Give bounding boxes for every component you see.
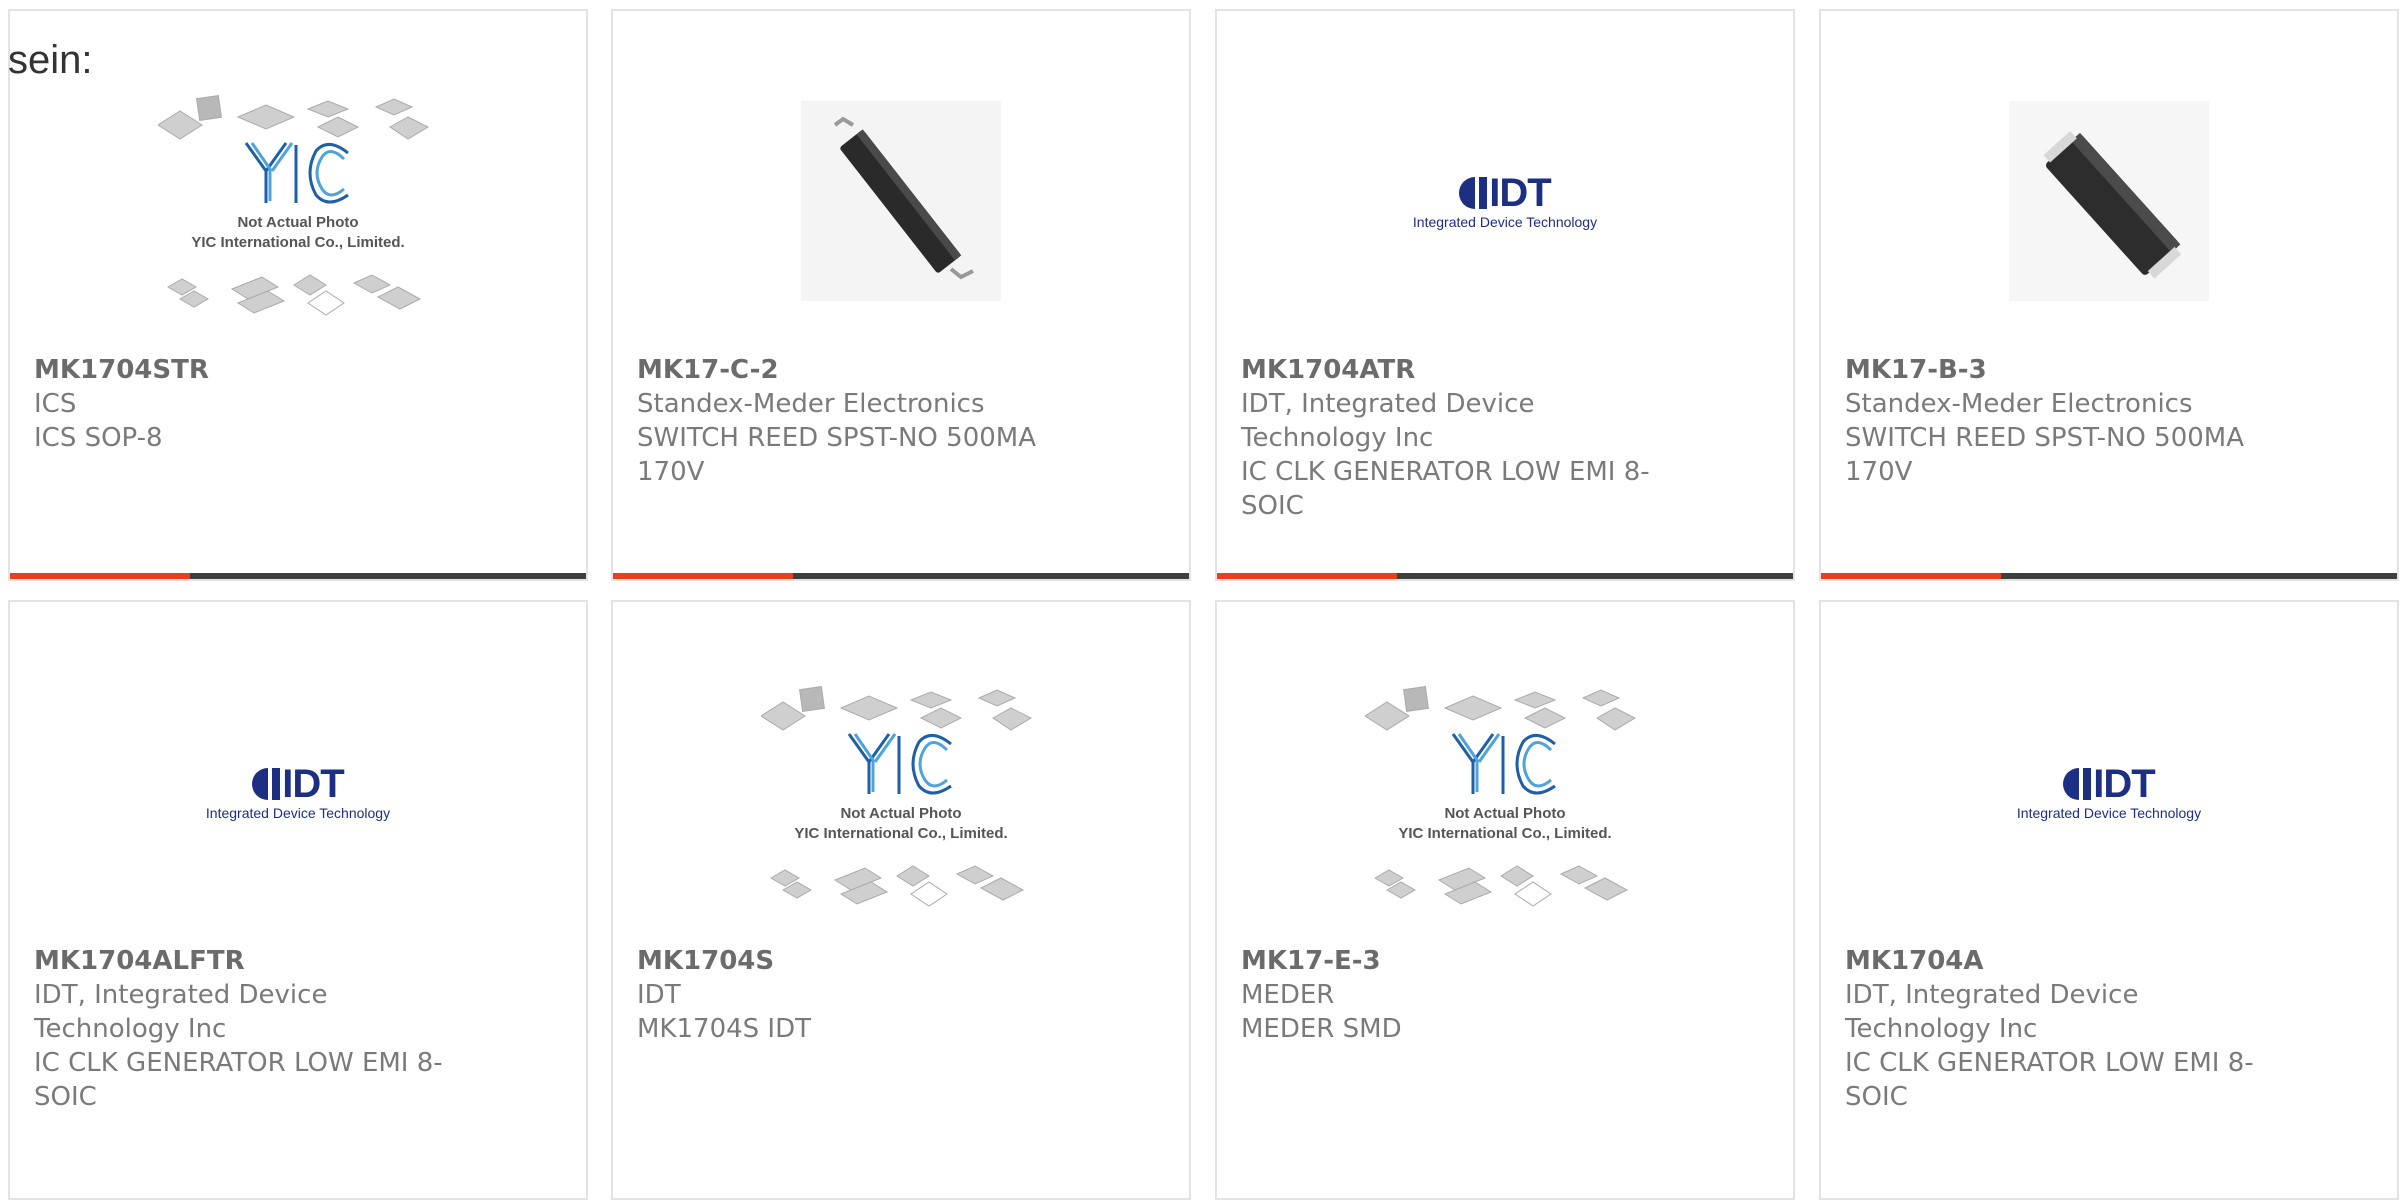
product-card[interactable]: IDT Integrated Device Technology MK1704A… <box>8 600 588 1200</box>
placeholder-line2: YIC International Co., Limited. <box>1398 825 1611 842</box>
idt-logo-tagline: Integrated Device Technology <box>205 804 391 821</box>
idt-mark-icon <box>252 767 281 800</box>
description: MEDER SMD <box>1241 1014 1402 1044</box>
card-bottom-bar <box>10 573 586 579</box>
description: SWITCH REED SPST-NO 500MA 170V <box>637 423 1037 487</box>
product-image[interactable]: IDT Integrated Device Technology <box>1821 642 2397 942</box>
product-card[interactable]: MK17-B-3 Standex-Meder Electronics SWITC… <box>1819 9 2399 581</box>
part-number[interactable]: MK1704ALFTR <box>34 944 454 978</box>
description: IC CLK GENERATOR LOW EMI 8-SOIC <box>34 1048 443 1112</box>
product-image[interactable]: IDT Integrated Device Technology <box>1217 51 1793 351</box>
part-number[interactable]: MK17-E-3 <box>1241 944 1661 978</box>
description: IC CLK GENERATOR LOW EMI 8-SOIC <box>1241 457 1650 521</box>
idt-mark-icon <box>1459 176 1488 209</box>
idt-logo-tagline: Integrated Device Technology <box>1412 213 1598 230</box>
product-card[interactable]: Not Actual Photo YIC International Co., … <box>1215 600 1795 1200</box>
manufacturer: MEDER <box>1241 980 1335 1010</box>
description: IC CLK GENERATOR LOW EMI 8-SOIC <box>1845 1048 2254 1112</box>
placeholder-line1: Not Actual Photo <box>237 214 358 231</box>
product-card[interactable]: IDT Integrated Device Technology MK1704A… <box>1819 600 2399 1200</box>
product-card[interactable]: Not Actual Photo YIC International Co., … <box>8 9 588 581</box>
product-card[interactable]: MK17-C-2 Standex-Meder Electronics SWITC… <box>611 9 1191 581</box>
product-image[interactable]: Not Actual Photo YIC International Co., … <box>613 642 1189 942</box>
manufacturer: Standex-Meder Electronics <box>637 389 985 419</box>
manufacturer: IDT, Integrated Device Technology Inc <box>1241 389 1535 453</box>
part-number[interactable]: MK1704S <box>637 944 1057 978</box>
manufacturer: IDT, Integrated Device Technology Inc <box>1845 980 2139 1044</box>
placeholder-line2: YIC International Co., Limited. <box>794 825 1007 842</box>
product-image[interactable]: IDT Integrated Device Technology <box>10 642 586 942</box>
part-number[interactable]: MK1704A <box>1845 944 2265 978</box>
idt-logo: IDT Integrated Device Technology <box>1413 173 1597 230</box>
idt-logo-text: IDT <box>282 761 344 806</box>
card-bottom-bar <box>1217 573 1793 579</box>
idt-logo-text: IDT <box>1489 170 1551 215</box>
part-number[interactable]: MK17-C-2 <box>637 353 1057 387</box>
product-card[interactable]: Not Actual Photo YIC International Co., … <box>611 600 1191 1200</box>
placeholder-line1: Not Actual Photo <box>1444 805 1565 822</box>
placeholder-line2: YIC International Co., Limited. <box>191 234 404 251</box>
manufacturer: Standex-Meder Electronics <box>1845 389 2193 419</box>
card-bottom-bar <box>613 573 1189 579</box>
description: ICS SOP-8 <box>34 423 163 453</box>
product-image[interactable]: Not Actual Photo YIC International Co., … <box>10 51 586 351</box>
product-card[interactable]: IDT Integrated Device Technology MK1704A… <box>1215 9 1795 581</box>
idt-logo-text: IDT <box>2093 761 2155 806</box>
idt-logo-tagline: Integrated Device Technology <box>2016 804 2202 821</box>
part-number[interactable]: MK1704STR <box>34 353 454 387</box>
part-number[interactable]: MK17-B-3 <box>1845 353 2265 387</box>
manufacturer: IDT <box>637 980 681 1010</box>
idt-mark-icon <box>2063 767 2092 800</box>
description: SWITCH REED SPST-NO 500MA 170V <box>1845 423 2245 487</box>
idt-logo: IDT Integrated Device Technology <box>206 764 390 821</box>
product-image[interactable] <box>613 51 1189 351</box>
manufacturer: IDT, Integrated Device Technology Inc <box>34 980 328 1044</box>
idt-logo: IDT Integrated Device Technology <box>2017 764 2201 821</box>
manufacturer: ICS <box>34 389 77 419</box>
card-bottom-bar <box>1821 573 2397 579</box>
section-heading: sein: <box>8 38 93 82</box>
product-image[interactable]: Not Actual Photo YIC International Co., … <box>1217 642 1793 942</box>
product-image[interactable] <box>1821 51 2397 351</box>
description: MK1704S IDT <box>637 1014 811 1044</box>
part-number[interactable]: MK1704ATR <box>1241 353 1661 387</box>
placeholder-line1: Not Actual Photo <box>840 805 961 822</box>
